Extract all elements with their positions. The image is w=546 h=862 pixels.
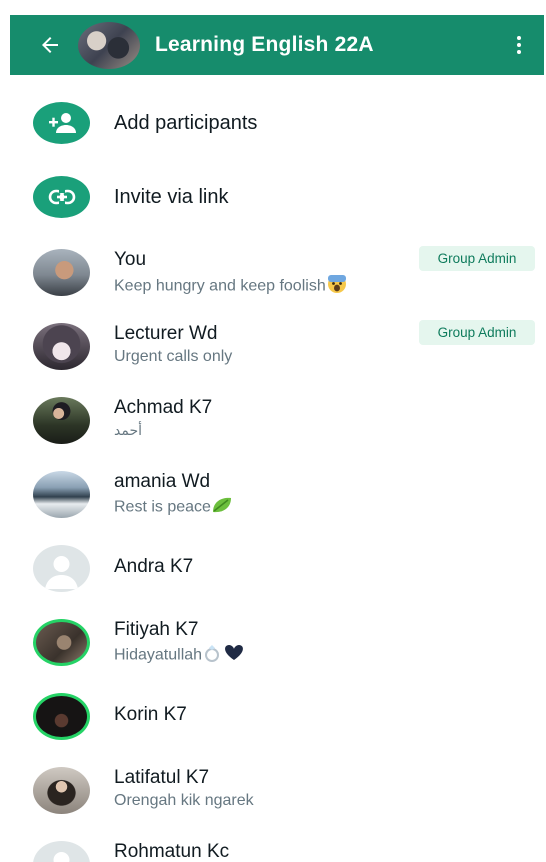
person-silhouette-icon [53,852,70,862]
group-title[interactable]: Learning English 22A [155,33,374,57]
avatar [33,619,90,666]
link-icon [48,189,75,205]
participant-status: Orengah kik ngarek [114,792,254,809]
participant-row[interactable]: amania Wd Rest is peace [0,460,546,534]
participant-name: Lecturer Wd [114,323,218,344]
avatar [33,767,90,814]
back-button[interactable] [26,15,74,75]
participant-name: You [114,249,147,270]
leaf-emoji [211,496,233,519]
participant-row[interactable]: Andra K7 [0,534,546,608]
participant-name: Rohmatun Kc [114,841,230,862]
participant-name: amania Wd [114,471,211,492]
more-options-button[interactable] [504,29,534,61]
participant-status: Keep hungry and keep foolish [114,274,348,299]
participant-row[interactable]: Rohmatun Kc [0,830,546,862]
invite-link-label: Invite via link [114,186,229,208]
participant-name: Korin K7 [114,704,187,725]
person-silhouette-icon [45,556,78,589]
participant-row[interactable]: Korin K7 [0,682,546,756]
avatar [33,471,90,518]
avatar [33,397,90,444]
fear-face-emoji [326,274,348,299]
group-avatar[interactable] [78,21,140,69]
more-vertical-icon [517,36,521,40]
participant-name: Latifatul K7 [114,767,210,788]
avatar [33,249,90,296]
participant-row[interactable]: Lecturer Wd Urgent calls only Group Admi… [0,312,546,386]
participant-status: Urgent calls only [114,348,233,365]
participant-status: Rest is peace [114,496,233,519]
participant-row[interactable]: Latifatul K7 Orengah kik ngarek [0,756,546,830]
arrow-left-icon [42,37,58,53]
participant-row[interactable]: Fitiyah K7 Hidayatullah [0,608,546,682]
app-header: Learning English 22A [10,15,544,75]
ring-and-heart-emoji [202,644,246,667]
participant-name: Fitiyah K7 [114,619,199,640]
add-person-icon [48,113,76,133]
avatar [33,323,90,370]
group-admin-badge: Group Admin [419,320,535,345]
avatar [33,693,90,740]
invite-link-row[interactable]: Invite via link [0,160,546,234]
group-admin-badge: Group Admin [419,246,535,271]
participant-row[interactable]: You Keep hungry and keep foolish Group A… [0,238,546,312]
participant-row[interactable]: Achmad K7 أحمد [0,386,546,460]
default-avatar [33,841,90,862]
participant-status: Hidayatullah [114,644,246,667]
participant-name: Andra K7 [114,556,194,577]
invite-link-icon-circle [33,176,90,218]
add-participants-row[interactable]: Add participants [0,86,546,160]
participant-name: Achmad K7 [114,397,213,418]
participant-status: أحمد [114,422,142,438]
add-participants-icon-circle [33,102,90,144]
default-avatar [33,545,90,592]
add-participants-label: Add participants [114,112,258,134]
